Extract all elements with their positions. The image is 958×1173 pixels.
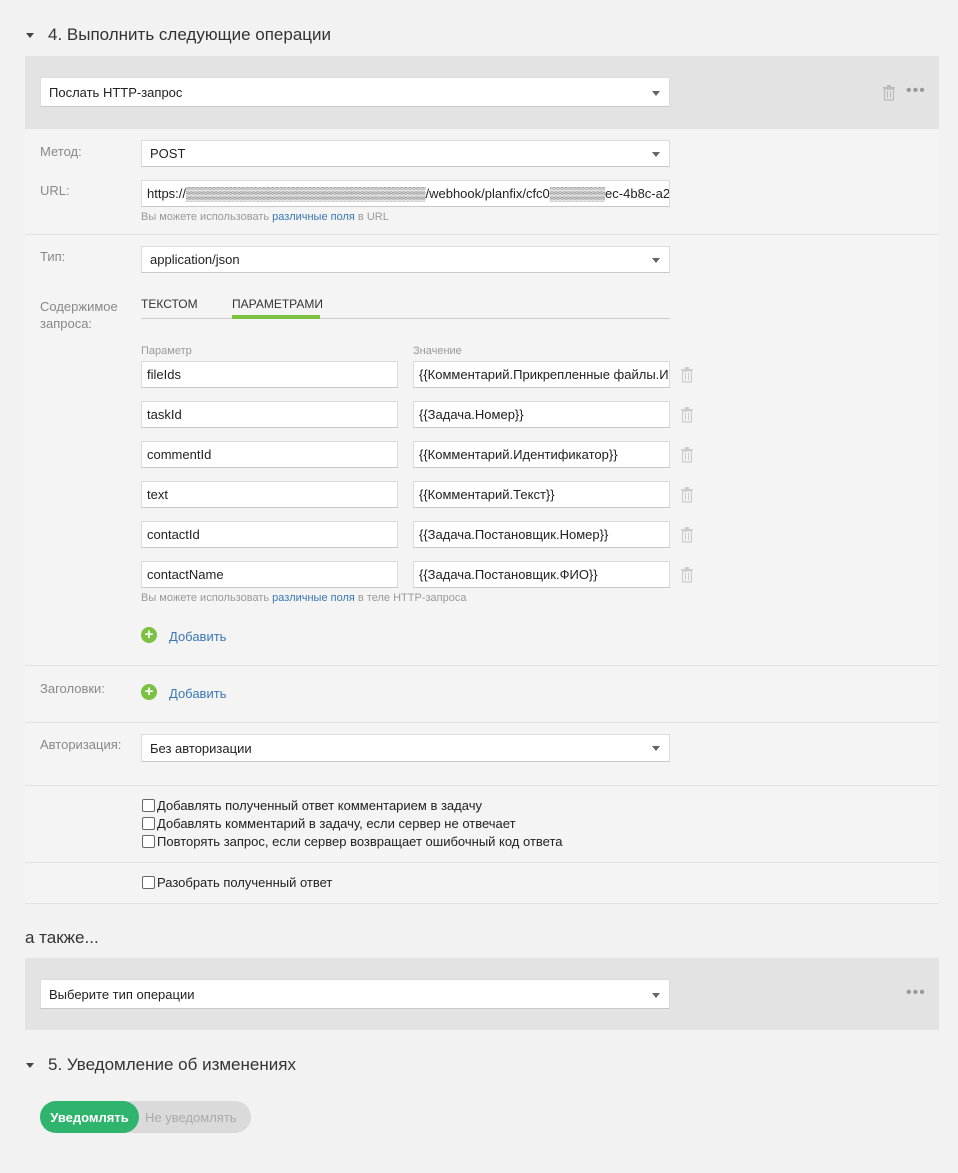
param-value-input[interactable]: {{Комментарий.Прикрепленные файлы.И, [413, 361, 670, 388]
checkbox-retry-on-error[interactable] [142, 835, 155, 848]
chevron-down-icon [652, 91, 660, 96]
active-tab-indicator [232, 315, 320, 319]
trash-icon[interactable] [680, 407, 694, 428]
url-hint-text: Вы можете использовать [141, 211, 270, 223]
method-select-value: POST [150, 146, 186, 161]
parse-response-label: Разобрать полученный ответ [157, 875, 333, 890]
checkbox-comment-on-no-response[interactable] [142, 817, 155, 830]
chevron-down-icon [652, 993, 660, 998]
method-label: Метод: [40, 144, 82, 159]
operation-type-select[interactable]: Выберите тип операции [40, 979, 670, 1009]
trash-icon[interactable] [680, 527, 694, 548]
column-header-value: Значение [413, 345, 462, 357]
param-value-input[interactable]: {{Комментарий.Идентификатор}} [413, 441, 670, 468]
section5-collapse-icon[interactable] [26, 1063, 34, 1068]
add-param-link[interactable]: Добавить [169, 629, 226, 644]
option-label: Добавлять комментарий в задачу, если сер… [157, 816, 516, 831]
content-label: Содержимое запроса: [40, 299, 118, 331]
operation-select-value: Послать HTTP-запрос [49, 84, 183, 100]
auth-select[interactable]: Без авторизации [141, 734, 670, 762]
param-name-input[interactable]: text [141, 481, 398, 508]
param-value-input[interactable]: {{Задача.Номер}} [413, 401, 670, 428]
toggle-notify-off[interactable]: Не уведомлять [145, 1101, 237, 1133]
url-input-value: https://▒▒▒▒▒▒▒▒▒▒▒▒▒▒▒▒▒▒▒▒▒▒▒▒▒▒/webho… [147, 186, 670, 201]
auth-label: Авторизация: [40, 737, 122, 752]
operation-type-placeholder: Выберите тип операции [49, 986, 195, 1002]
body-hint: Вы можете использовать различные поля в … [141, 592, 466, 604]
section4-collapse-icon[interactable] [26, 33, 34, 38]
param-value-input[interactable]: {{Комментарий.Текст}} [413, 481, 670, 508]
body-hint-suffix: в теле HTTP-запроса [357, 592, 467, 604]
url-label: URL: [40, 183, 70, 198]
tabs-underline [141, 318, 670, 319]
section5-title: 5. Уведомление об изменениях [48, 1055, 296, 1074]
divider [25, 234, 939, 235]
tab-text[interactable]: ТЕКСТОМ [141, 297, 198, 311]
tab-params[interactable]: ПАРАМЕТРАМИ [232, 297, 323, 311]
type-select-value: application/json [150, 252, 240, 267]
param-name-input[interactable]: contactId [141, 521, 398, 548]
operation-select[interactable]: Послать HTTP-запрос [40, 77, 670, 107]
body-hint-text: Вы можете использовать [141, 592, 270, 604]
also-title: а также... [25, 928, 99, 947]
plus-circle-icon[interactable]: + [141, 627, 157, 643]
chevron-down-icon [652, 258, 660, 263]
checkbox-add-response-comment[interactable] [142, 799, 155, 812]
type-label: Тип: [40, 249, 66, 264]
trash-icon[interactable] [680, 447, 694, 468]
method-select[interactable]: POST [141, 140, 670, 167]
plus-circle-icon[interactable]: + [141, 684, 157, 700]
column-header-param: Параметр [141, 345, 192, 357]
divider [25, 722, 939, 723]
divider [25, 862, 939, 863]
param-value-input[interactable]: {{Задача.Постановщик.Номер}} [413, 521, 670, 548]
section4-title: 4. Выполнить следующие операции [48, 25, 331, 44]
param-name-input[interactable]: taskId [141, 401, 398, 428]
option-label: Добавлять полученный ответ комментарием … [157, 798, 482, 813]
trash-icon[interactable] [680, 567, 694, 588]
chevron-down-icon [652, 746, 660, 751]
param-name-input[interactable]: fileIds [141, 361, 398, 388]
param-name-input[interactable]: contactName [141, 561, 398, 588]
trash-icon[interactable] [680, 487, 694, 508]
type-select[interactable]: application/json [141, 246, 670, 273]
param-value-input[interactable]: {{Задача.Постановщик.ФИО}} [413, 561, 670, 588]
url-hint-suffix: в URL [357, 211, 389, 223]
trash-icon[interactable] [680, 367, 694, 388]
option-label: Повторять запрос, если сервер возвращает… [157, 834, 563, 849]
divider [25, 785, 939, 786]
url-fields-link[interactable]: различные поля [272, 211, 355, 223]
headers-label: Заголовки: [40, 681, 105, 696]
checkbox-parse-response[interactable] [142, 876, 155, 889]
url-hint: Вы можете использовать различные поля в … [141, 211, 389, 223]
toggle-notify-on[interactable]: Уведомлять [40, 1101, 139, 1133]
divider [25, 903, 939, 904]
url-input[interactable]: https://▒▒▒▒▒▒▒▒▒▒▒▒▒▒▒▒▒▒▒▒▒▒▒▒▒▒/webho… [141, 180, 670, 207]
add-header-link[interactable]: Добавить [169, 686, 226, 701]
body-fields-link[interactable]: различные поля [272, 592, 355, 604]
auth-select-value: Без авторизации [150, 740, 252, 756]
trash-icon[interactable] [882, 85, 896, 106]
param-name-input[interactable]: commentId [141, 441, 398, 468]
more-dots-icon[interactable]: ••• [906, 984, 926, 1002]
divider [25, 665, 939, 666]
chevron-down-icon [652, 152, 660, 157]
more-dots-icon[interactable]: ••• [906, 82, 926, 100]
